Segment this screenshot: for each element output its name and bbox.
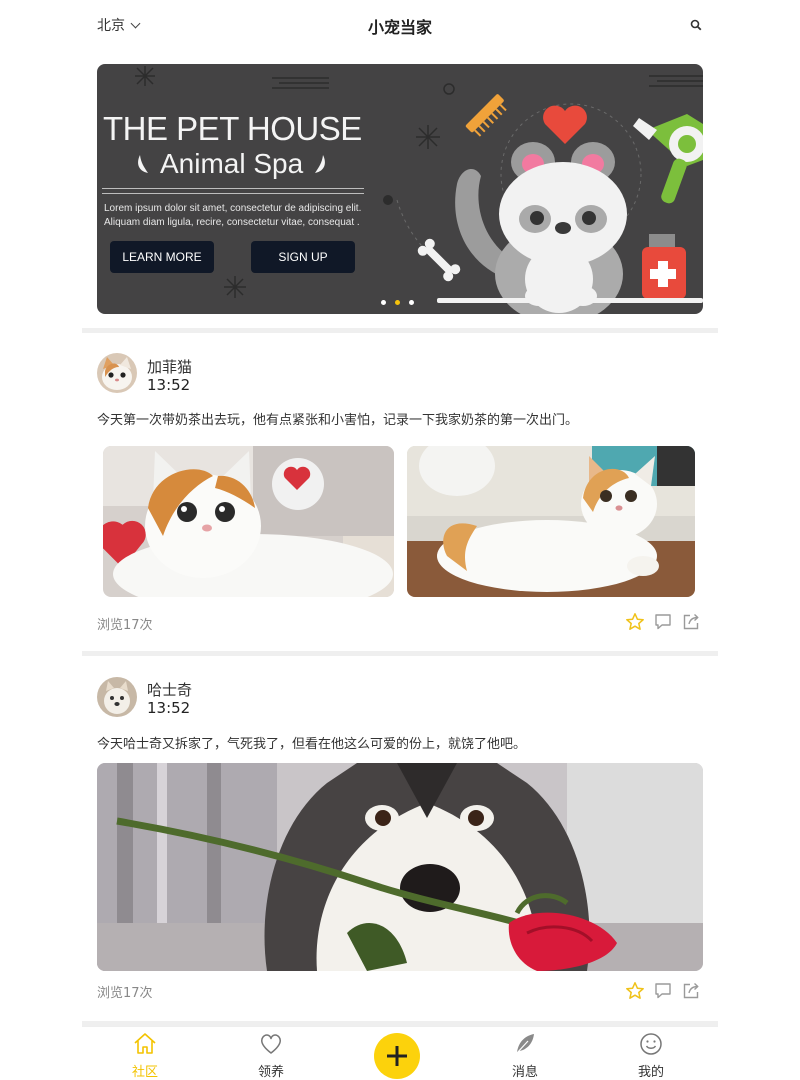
post-image[interactable] <box>407 446 695 597</box>
banner-carousel[interactable]: THE PET HOUSE Animal Spa Lorem ipsum dol… <box>97 64 703 314</box>
header: 北京 小宠当家 <box>82 0 718 50</box>
tab-label: 社区 <box>131 1065 158 1080</box>
post-time: 13:52 <box>147 699 191 717</box>
divider <box>102 188 364 189</box>
view-count: 浏览17次 <box>97 618 153 633</box>
view-count: 浏览17次 <box>97 986 153 1001</box>
tab-label: 领养 <box>257 1065 284 1080</box>
post-actions <box>625 612 701 632</box>
carousel-dot-active[interactable] <box>395 300 400 305</box>
search-icon[interactable] <box>690 19 702 31</box>
app: 北京 小宠当家 THE PET HOUSE Animal Spa Lorem i… <box>82 0 718 1080</box>
post-time: 13:52 <box>147 376 191 394</box>
sign-up-button[interactable]: SIGN UP <box>251 241 355 273</box>
share-icon[interactable] <box>681 612 701 632</box>
page-title: 小宠当家 <box>367 18 432 37</box>
tab-profile[interactable]: 我的 <box>611 1027 691 1080</box>
post-button[interactable] <box>374 1033 420 1079</box>
post-image[interactable] <box>103 446 394 597</box>
comment-icon[interactable] <box>653 612 673 632</box>
tab-adopt[interactable]: 领养 <box>231 1027 311 1080</box>
banner-title: THE PET HOUSE <box>103 110 362 147</box>
tab-messages[interactable]: 消息 <box>485 1027 565 1080</box>
tab-label: 消息 <box>511 1065 538 1080</box>
comment-icon[interactable] <box>653 981 673 1001</box>
avatar[interactable] <box>97 353 137 393</box>
banner-description: Lorem ipsum dolor sit amet, consectetur … <box>104 203 362 228</box>
banner-subtitle-row: Animal Spa <box>134 148 329 180</box>
post-username[interactable]: 哈士奇 <box>147 679 192 700</box>
leaf-icon <box>315 155 326 173</box>
star-icon[interactable] <box>625 612 645 632</box>
learn-more-button[interactable]: LEARN MORE <box>110 241 214 273</box>
carousel-dot[interactable] <box>381 300 386 305</box>
carousel-dot[interactable] <box>409 300 414 305</box>
pet-illustration <box>417 94 703 314</box>
banner-subtitle: Animal Spa <box>160 148 304 179</box>
star-icon[interactable] <box>625 981 645 1001</box>
smile-icon <box>640 1033 662 1055</box>
post-image[interactable] <box>97 763 703 971</box>
post-card[interactable]: 加菲猫 13:52 今天第一次带奶茶出去玩，他有点紧张和小害怕，记录一下我家奶茶… <box>82 333 718 651</box>
post-actions <box>625 981 701 1001</box>
post-username[interactable]: 加菲猫 <box>147 356 192 377</box>
share-icon[interactable] <box>681 981 701 1001</box>
carousel-dots <box>381 300 414 305</box>
post-text: 今天第一次带奶茶出去玩，他有点紧张和小害怕，记录一下我家奶茶的第一次出门。 <box>97 413 579 428</box>
leaf-icon <box>138 155 148 173</box>
bottom-tab-bar: 社区 领养 消息 我的 <box>82 1026 718 1080</box>
tab-community[interactable]: 社区 <box>105 1027 185 1080</box>
post-text: 今天哈士奇又拆家了，气死我了，但看在他这么可爱的份上，就饶了他吧。 <box>97 737 527 752</box>
plus-icon <box>387 1046 407 1066</box>
tab-label: 我的 <box>637 1065 664 1080</box>
heart-icon <box>260 1034 282 1054</box>
post-card[interactable]: 哈士奇 13:52 今天哈士奇又拆家了，气死我了，但看在他这么可爱的份上，就饶了… <box>82 656 718 1021</box>
home-icon <box>134 1033 156 1054</box>
feather-icon <box>516 1034 534 1054</box>
divider <box>102 193 364 194</box>
avatar[interactable] <box>97 677 137 717</box>
